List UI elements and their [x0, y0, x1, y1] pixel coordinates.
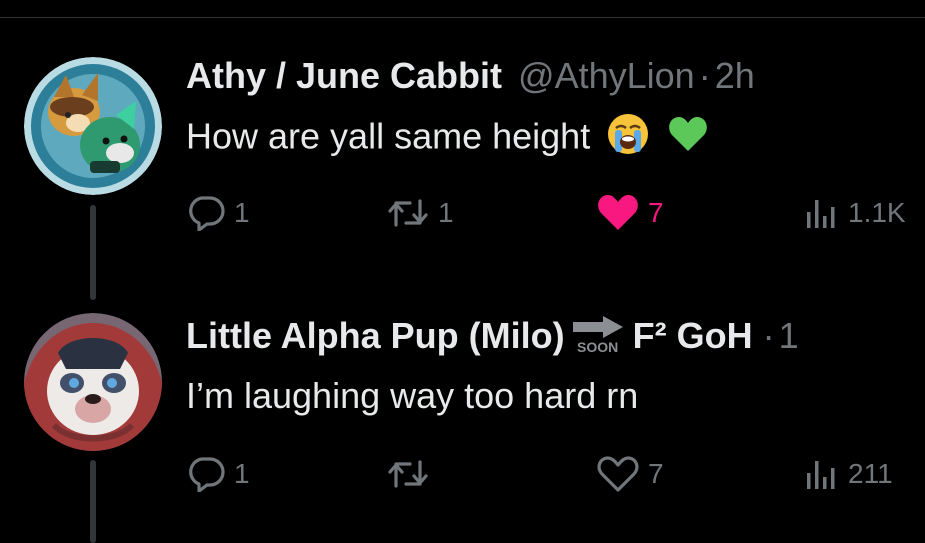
- loudly-crying-face-icon: [606, 112, 650, 166]
- reply-text: How are yall same height: [186, 115, 591, 157]
- heart-filled-icon: [598, 195, 638, 230]
- views-action[interactable]: 1.1K: [804, 193, 906, 233]
- separator-dot: ·: [762, 315, 775, 356]
- soon-text: SOON: [577, 339, 619, 355]
- repost-count: 1: [438, 197, 454, 228]
- display-name[interactable]: Athy / June Cabbit: [186, 55, 502, 96]
- reply-text-row: I’m laughing way too hard rn: [186, 374, 638, 418]
- reply-text-row: How are yall same height: [186, 112, 710, 166]
- reply-header: Little Alpha Pup (Milo) SOON F² GoH · 1: [186, 314, 799, 358]
- reply-count: 1: [234, 197, 250, 228]
- reply-icon: [189, 196, 225, 231]
- like-count: 7: [648, 458, 664, 489]
- avatar-image: [24, 313, 162, 451]
- view-count: 1.1K: [848, 197, 906, 228]
- display-name[interactable]: Little Alpha Pup (Milo): [186, 315, 565, 356]
- handle[interactable]: @AthyLion: [518, 55, 695, 96]
- action-bar: 1 7 211: [186, 454, 925, 494]
- reply-action[interactable]: 1: [186, 193, 250, 233]
- avatar[interactable]: [24, 313, 162, 451]
- name-suffix[interactable]: F² GoH: [633, 315, 753, 356]
- avatar-image: [24, 57, 162, 195]
- like-action[interactable]: 7: [596, 193, 664, 233]
- reply-icon: [189, 457, 225, 492]
- repost-action[interactable]: 1: [386, 193, 454, 233]
- timestamp[interactable]: 2h: [715, 55, 755, 96]
- like-count: 7: [648, 197, 664, 228]
- green-heart-icon: [666, 112, 710, 166]
- repost-icon: [388, 199, 428, 227]
- timestamp[interactable]: 1: [779, 315, 799, 356]
- reply-count: 1: [234, 458, 250, 489]
- action-bar: 1 1 7 1.1K: [186, 193, 925, 233]
- views-chart-icon: [807, 461, 835, 489]
- reply-action[interactable]: 1: [186, 454, 250, 494]
- view-count: 211: [848, 458, 893, 489]
- heart-outline-icon: [597, 456, 639, 492]
- soon-arrow-icon: SOON: [569, 314, 627, 358]
- top-divider: [0, 17, 925, 18]
- reply-text: I’m laughing way too hard rn: [186, 375, 639, 416]
- repost-action[interactable]: [386, 454, 438, 494]
- repost-icon: [388, 460, 428, 488]
- thread-connector: [90, 460, 96, 543]
- separator-dot: ·: [698, 55, 711, 96]
- views-chart-icon: [807, 200, 835, 228]
- views-action[interactable]: 211: [804, 454, 893, 494]
- thread-connector: [90, 205, 96, 300]
- avatar[interactable]: [24, 57, 162, 195]
- reply-header: Athy / June Cabbit @AthyLion · 2h: [186, 54, 755, 98]
- like-action[interactable]: 7: [596, 454, 664, 494]
